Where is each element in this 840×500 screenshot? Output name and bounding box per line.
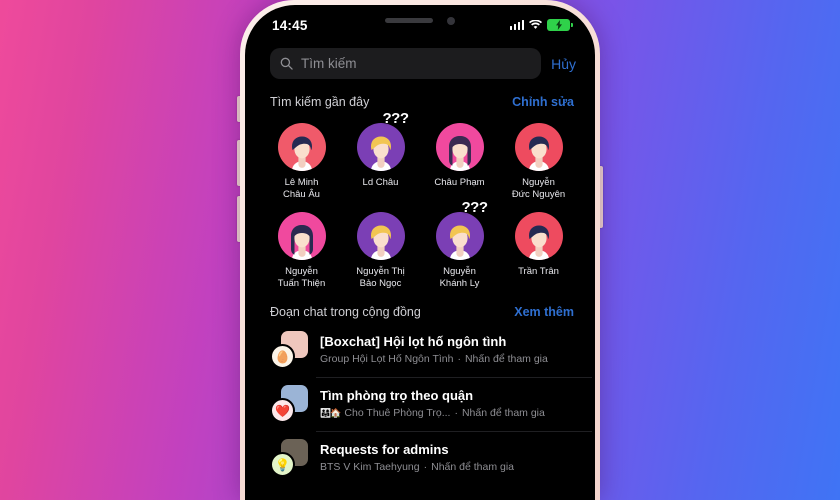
avatar-wrapper xyxy=(277,212,326,260)
chat-group: Cho Thuê Phòng Trọ... xyxy=(344,407,451,419)
chat-thumbnail-front: 🥚 xyxy=(270,344,295,369)
phone-frame: 14:45 Tìm kiếm Hủy Tìm kiếm gần đây Chỉn… xyxy=(240,0,600,500)
recent-search-name: Ld Châu xyxy=(362,177,399,188)
chat-text: Tìm phòng trọ theo quận 👨‍👩‍👧🏠 Cho Thuê Ph… xyxy=(320,388,576,420)
chat-join-label: Nhấn để tham gia xyxy=(461,407,545,419)
status-bar: 14:45 xyxy=(248,8,592,42)
recent-searches-grid: Lê Minh Châu Âu ??? Ld Châu Châu Phạm Ngu… xyxy=(248,109,592,289)
recent-searches-header: Tìm kiếm gần đây Chỉnh sửa xyxy=(248,95,592,109)
phone-mockup: 14:45 Tìm kiếm Hủy Tìm kiếm gần đây Chỉn… xyxy=(237,0,603,500)
question-mark-badge: ??? xyxy=(461,199,489,216)
chat-separator: · xyxy=(457,353,461,365)
community-chat-list: 🥚 [Boxchat] Hội lọt hố ngôn tình Group Hội… xyxy=(248,323,592,485)
recent-searches-title: Tìm kiếm gần đây xyxy=(270,95,370,109)
chat-separator: · xyxy=(423,461,428,473)
community-chats-title: Đoạn chat trong cộng đồng xyxy=(270,305,421,319)
recent-search-item[interactable]: ??? Nguyễn Khánh Ly xyxy=(420,199,499,289)
community-chat-row[interactable]: 💡 Requests for admins BTS V Kim Taehyung · N… xyxy=(248,431,592,485)
chat-thumbnail: 💡 xyxy=(270,439,308,477)
battery-charging-icon xyxy=(547,19,573,31)
recent-search-name: Nguyễn Đức Nguyên xyxy=(511,177,566,200)
avatar xyxy=(277,123,326,171)
member-faces-icon: 👨‍👩‍👧🏠 xyxy=(320,408,341,418)
avatar xyxy=(356,212,405,260)
recent-search-name: Trần Trân xyxy=(518,266,559,277)
avatar-wrapper xyxy=(356,212,405,260)
chat-thumbnail-front: 💡 xyxy=(270,452,295,477)
see-more-button[interactable]: Xem thêm xyxy=(514,305,574,319)
chat-title: Requests for admins xyxy=(320,442,449,457)
recent-search-item[interactable]: Nguyễn Tuấn Thiện xyxy=(262,202,341,289)
chat-thumbnail: ❤️ xyxy=(270,385,308,423)
chat-text: Requests for admins BTS V Kim Taehyung · Nh… xyxy=(320,442,576,474)
search-input[interactable]: Tìm kiếm xyxy=(270,48,542,79)
status-time: 14:45 xyxy=(272,17,308,33)
avatar-wrapper xyxy=(514,123,563,171)
chat-title: Tìm phòng trọ theo quận xyxy=(320,388,474,403)
community-chats-header: Đoạn chat trong cộng đồng Xem thêm xyxy=(248,305,592,319)
recent-search-item[interactable]: Châu Phạm xyxy=(420,113,499,200)
avatar-wrapper xyxy=(514,212,563,260)
recent-search-name: Nguyễn Thị Bảo Ngọc xyxy=(356,266,405,289)
chat-thumbnail-front: ❤️ xyxy=(270,398,295,423)
recent-search-name: Nguyễn Khánh Ly xyxy=(439,266,480,289)
search-placeholder: Tìm kiếm xyxy=(301,56,357,71)
recent-search-name: Nguyễn Tuấn Thiện xyxy=(277,266,326,289)
chat-title: [Boxchat] Hội lọt hố ngôn tình xyxy=(320,334,507,349)
avatar xyxy=(514,212,563,260)
avatar-wrapper xyxy=(435,123,484,171)
recent-search-item[interactable]: Trần Trân xyxy=(499,202,578,289)
chat-group: BTS V Kim Taehyung xyxy=(320,461,420,473)
community-chat-row[interactable]: 🥚 [Boxchat] Hội lọt hố ngôn tình Group Hội… xyxy=(248,323,592,377)
search-row: Tìm kiếm Hủy xyxy=(248,42,592,79)
chat-subtitle: BTS V Kim Taehyung · Nhấn để tham gia xyxy=(320,460,576,474)
chat-join-label: Nhấn để tham gia xyxy=(464,353,548,365)
recent-search-item[interactable]: Lê Minh Châu Âu xyxy=(262,113,341,200)
edit-recent-button[interactable]: Chỉnh sửa xyxy=(512,95,574,109)
recent-search-name: Châu Phạm xyxy=(434,177,485,188)
phone-bezel: 14:45 Tìm kiếm Hủy Tìm kiếm gần đây Chỉn… xyxy=(245,5,595,500)
avatar-wrapper: ??? xyxy=(356,110,409,171)
avatar-wrapper xyxy=(277,123,326,171)
chat-text: [Boxchat] Hội lọt hố ngôn tình Group Hội … xyxy=(320,334,576,366)
avatar xyxy=(277,212,326,260)
wifi-icon xyxy=(529,20,542,30)
avatar xyxy=(435,123,484,171)
recent-search-item[interactable]: Nguyễn Thị Bảo Ngọc xyxy=(341,202,420,289)
avatar xyxy=(435,212,484,260)
chat-join-label: Nhấn để tham gia xyxy=(431,461,514,473)
chat-subtitle: Group Hội Lọt Hố Ngôn Tình · Nhấn để tham … xyxy=(320,352,576,366)
question-mark-badge: ??? xyxy=(382,110,410,127)
avatar-wrapper: ??? xyxy=(435,199,488,260)
search-icon xyxy=(280,57,293,70)
avatar xyxy=(514,123,563,171)
chat-subtitle: 👨‍👩‍👧🏠 Cho Thuê Phòng Trọ... · Nhấn để tham… xyxy=(320,406,576,420)
recent-search-item[interactable]: ??? Ld Châu xyxy=(341,110,420,200)
cancel-button[interactable]: Hủy xyxy=(551,56,576,72)
chat-group: Group Hội Lọt Hố Ngôn Tình xyxy=(320,353,454,365)
recent-search-name: Lê Minh Châu Âu xyxy=(283,177,320,200)
status-icons xyxy=(509,19,573,31)
community-chat-row[interactable]: ❤️ Tìm phòng trọ theo quận 👨‍👩‍👧🏠 Cho Thuê … xyxy=(248,377,592,431)
recent-search-item[interactable]: Nguyễn Đức Nguyên xyxy=(499,113,578,200)
chat-separator: · xyxy=(454,407,458,419)
chat-thumbnail: 🥚 xyxy=(270,331,308,369)
signal-bars-icon xyxy=(509,20,524,30)
phone-screen: 14:45 Tìm kiếm Hủy Tìm kiếm gần đây Chỉn… xyxy=(248,8,592,500)
avatar xyxy=(356,123,405,171)
